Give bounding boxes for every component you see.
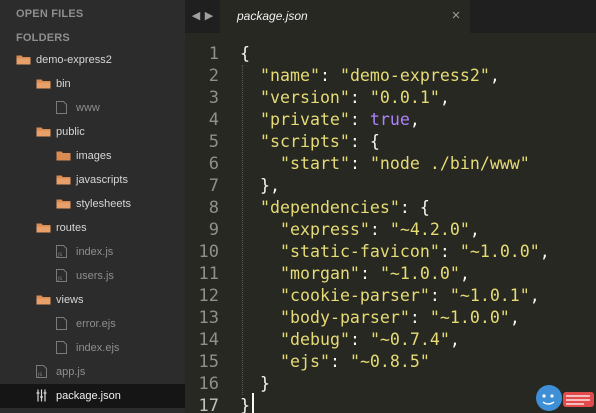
file-icon: JS: [36, 365, 47, 378]
line-number: 9: [208, 220, 219, 240]
tree-item-label: app.js: [56, 366, 86, 378]
folder-icon: [36, 79, 51, 89]
sidebar: OPEN FILES FOLDERS demo-express2 bin www…: [0, 0, 185, 413]
tab-bar: ◀ ▶ package.json ×: [185, 0, 596, 33]
code-line: {: [240, 44, 250, 63]
tree-item-label: www: [76, 102, 100, 114]
tree-item-label: package.json: [56, 390, 121, 402]
open-files-header[interactable]: OPEN FILES: [16, 6, 83, 22]
tree-item-label: images: [76, 150, 112, 162]
code-line: "cookie-parser": "~1.0.1",: [280, 286, 540, 305]
tree-item-label: index.js: [76, 246, 114, 258]
code-line: },: [260, 176, 280, 195]
text-cursor: [252, 393, 254, 413]
triangle-left-icon[interactable]: ◀: [189, 8, 203, 24]
code-line: "name": "demo-express2",: [260, 66, 500, 85]
file-item-users-js[interactable]: JS users.js: [0, 264, 185, 288]
file-item-www[interactable]: www: [0, 96, 185, 120]
folder-item-stylesheets[interactable]: stylesheets: [0, 192, 185, 216]
file-icon: JS: [56, 269, 67, 282]
line-number: 4: [208, 110, 219, 130]
itbang-logo-watermark: [536, 385, 594, 411]
line-number: 14: [198, 330, 219, 350]
tree-item-label: demo-express2: [36, 54, 112, 66]
code-line: "ejs": "~0.8.5": [280, 352, 430, 371]
file-item-app-js[interactable]: JS app.js: [0, 360, 185, 384]
code-editor[interactable]: 1 2 3 4 5 6 7 8 9 10 11 12 13 14 15 16 17 { "name": "dem…: [185, 33, 596, 413]
folder-icon: [36, 127, 51, 137]
tree-item-label: users.js: [76, 270, 114, 282]
folder-icon: [36, 295, 51, 305]
line-number: 2: [208, 66, 219, 86]
folder-item-views[interactable]: views: [0, 288, 185, 312]
tree-item-label: views: [56, 294, 84, 306]
line-number: 7: [208, 176, 219, 196]
file-icon: [56, 101, 67, 114]
code-line: }: [240, 396, 250, 413]
tab-title: package.json: [237, 9, 308, 23]
tab-package-json[interactable]: package.json ×: [220, 0, 470, 33]
code-line: "express": "~4.2.0",: [280, 220, 480, 239]
triangle-right-icon[interactable]: ▶: [202, 8, 216, 24]
folder-tree: demo-express2 bin www public images java…: [0, 48, 185, 408]
json-file-icon: [36, 389, 47, 402]
folder-icon: [56, 175, 71, 185]
folder-item-images[interactable]: images: [0, 144, 185, 168]
line-number: 10: [198, 242, 219, 262]
code-line: "morgan": "~1.0.0",: [280, 264, 470, 283]
tree-item-label: javascripts: [76, 174, 128, 186]
line-number: 1: [208, 44, 219, 64]
svg-text:JS: JS: [57, 276, 62, 282]
folder-icon: [36, 223, 51, 233]
line-number: 8: [208, 198, 219, 218]
line-number: 17: [198, 396, 219, 413]
tree-item-label: error.ejs: [76, 318, 116, 330]
code-line: "static-favicon": "~1.0.0",: [280, 242, 550, 261]
line-number: 5: [208, 132, 219, 152]
file-item-index-js[interactable]: JS index.js: [0, 240, 185, 264]
file-item-error-ejs[interactable]: error.ejs: [0, 312, 185, 336]
folder-item-bin[interactable]: bin: [0, 72, 185, 96]
line-number: 6: [208, 154, 219, 174]
code-line: }: [260, 374, 270, 393]
code-line: "version": "0.0.1",: [260, 88, 450, 107]
tree-item-label: routes: [56, 222, 87, 234]
file-icon: [56, 341, 67, 354]
folder-item-public[interactable]: public: [0, 120, 185, 144]
code-line: "body-parser": "~1.0.0",: [280, 308, 520, 327]
code-line: "scripts": {: [260, 132, 380, 151]
tree-item-label: public: [56, 126, 85, 138]
line-number: 16: [198, 374, 219, 394]
folder-item-routes[interactable]: routes: [0, 216, 185, 240]
file-item-package-json[interactable]: package.json: [0, 384, 185, 408]
file-icon: JS: [56, 245, 67, 258]
folder-icon: [56, 151, 71, 161]
svg-text:JS: JS: [57, 252, 62, 258]
folder-item-javascripts[interactable]: javascripts: [0, 168, 185, 192]
code-line: "private": true,: [260, 110, 420, 129]
folders-header[interactable]: FOLDERS: [16, 30, 70, 46]
line-number: 3: [208, 88, 219, 108]
code-line: "start": "node ./bin/www": [280, 154, 530, 173]
code-line: "dependencies": {: [260, 198, 430, 217]
close-icon[interactable]: ×: [448, 8, 464, 24]
tree-item-label: bin: [56, 78, 71, 90]
code-area[interactable]: { "name": "demo-express2", "version": "0…: [240, 43, 550, 413]
folder-icon: [56, 199, 71, 209]
line-number: 13: [198, 308, 219, 328]
line-number: 12: [198, 286, 219, 306]
file-icon: [56, 317, 67, 330]
folder-icon: [16, 55, 31, 65]
line-number-gutter: 1 2 3 4 5 6 7 8 9 10 11 12 13 14 15 16 17: [185, 43, 219, 413]
tree-item-label: stylesheets: [76, 198, 132, 210]
line-number: 15: [198, 352, 219, 372]
line-number: 11: [198, 264, 219, 284]
tree-item-label: index.ejs: [76, 342, 120, 354]
file-item-index-ejs[interactable]: index.ejs: [0, 336, 185, 360]
indent-guide: [242, 65, 243, 395]
editor-window: OPEN FILES FOLDERS demo-express2 bin www…: [0, 0, 596, 413]
folder-item-demo-express2[interactable]: demo-express2: [0, 48, 185, 72]
svg-text:JS: JS: [37, 372, 42, 378]
code-line: "debug": "~0.7.4",: [280, 330, 460, 349]
